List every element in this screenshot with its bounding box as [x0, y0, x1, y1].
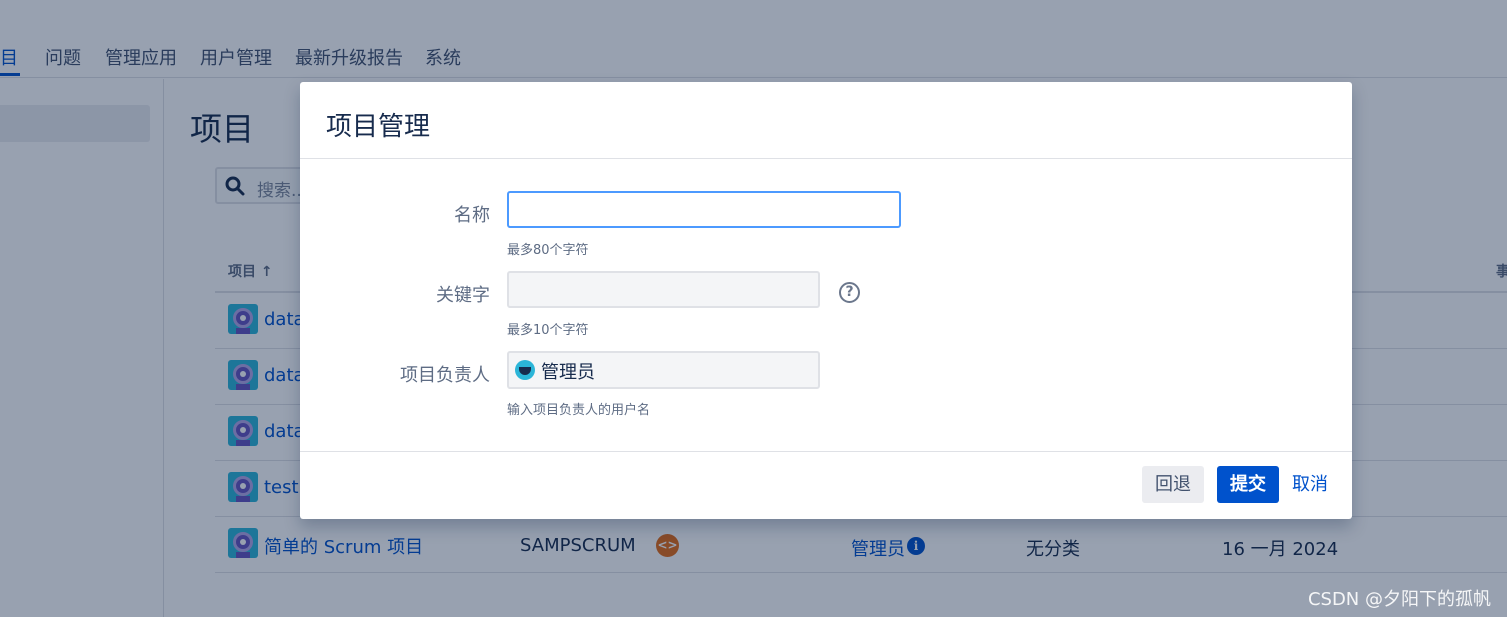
user-avatar	[515, 360, 535, 380]
lead-hint: 输入项目负责人的用户名	[507, 403, 651, 418]
project-lead-picker[interactable]: 管理员	[507, 351, 820, 389]
dialog-footer-divider	[300, 451, 1352, 452]
name-field[interactable]	[507, 191, 901, 228]
lead-user-name: 管理员	[541, 362, 595, 383]
project-management-dialog: 项目管理 名称 最多80个字符 关键字 ? 最多10个字符 项目负责人 管理员 …	[300, 82, 1352, 519]
name-hint: 最多80个字符	[507, 243, 589, 258]
dialog-title: 项目管理	[326, 112, 431, 142]
key-label: 关键字	[436, 285, 490, 306]
cancel-button[interactable]: 取消	[1286, 466, 1334, 503]
back-button[interactable]: 回退	[1142, 466, 1204, 503]
question-icon[interactable]: ?	[839, 282, 860, 303]
key-field[interactable]	[507, 271, 820, 308]
dialog-header-divider	[300, 158, 1352, 159]
key-hint: 最多10个字符	[507, 323, 589, 338]
lead-label: 项目负责人	[400, 365, 490, 386]
submit-button[interactable]: 提交	[1217, 466, 1279, 503]
watermark: CSDN @夕阳下的孤帆	[1307, 589, 1491, 610]
name-label: 名称	[454, 205, 490, 226]
